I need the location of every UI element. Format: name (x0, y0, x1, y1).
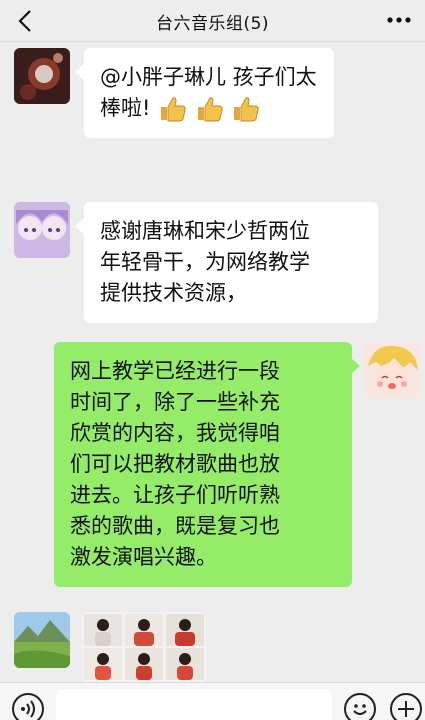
message-line: @小胖子琳儿 孩子们太 (100, 65, 317, 89)
message-bubble[interactable]: @小胖子琳儿 孩子们太 棒啦! (84, 48, 334, 138)
plus-icon[interactable] (390, 693, 422, 720)
chat-header: 台六音乐组(5) (0, 0, 425, 42)
message-line: 们可以把教材歌曲也放 (70, 452, 280, 476)
message-list[interactable]: @小胖子琳儿 孩子们太 棒啦! 感谢唐琳和宋少哲两位 年轻骨干，为网络教学 提供… (0, 42, 425, 682)
avatar[interactable] (364, 342, 420, 398)
thumbs-up-icon (234, 97, 260, 122)
message-line: 年轻骨干，为网络教学 (100, 250, 310, 274)
avatar[interactable] (14, 202, 70, 258)
message-line: 欣赏的内容，我觉得咱 (70, 421, 280, 445)
avatar[interactable] (14, 612, 70, 668)
avatar[interactable] (14, 48, 70, 104)
chat-title: 台六音乐组(5) (155, 14, 270, 34)
message-line: 进去。让孩子们听听熟 (70, 483, 280, 507)
message-line: 时间了，除了一些补充 (70, 390, 280, 414)
more-dots-icon[interactable] (385, 9, 413, 31)
message-bubble[interactable]: 感谢唐琳和宋少哲两位 年轻骨干，为网络教学 提供技术资源， (84, 202, 378, 323)
message-line: 提供技术资源， (100, 281, 247, 305)
message-bubble-self[interactable]: 网上教学已经进行一段 时间了，除了一些补充 欣赏的内容，我觉得咱 们可以把教材歌… (54, 342, 352, 587)
emoji-icon[interactable] (344, 693, 376, 720)
message-input[interactable] (56, 690, 332, 720)
thumbs-up-icon (197, 97, 223, 122)
message-line: 悉的歌曲，既是复习也 (70, 514, 280, 538)
message-line: 棒啦! (100, 96, 151, 120)
thumbs-up-icon (161, 97, 186, 122)
input-bar (0, 682, 425, 720)
voice-icon[interactable] (12, 693, 44, 720)
message-line: 激发演唱兴趣。 (70, 545, 217, 569)
message-line-with-emoji: 棒啦! (100, 93, 318, 124)
video-thumbnail[interactable] (82, 612, 206, 682)
message-line: 网上教学已经进行一段 (70, 359, 280, 383)
message-line: 感谢唐琳和宋少哲两位 (100, 219, 310, 243)
